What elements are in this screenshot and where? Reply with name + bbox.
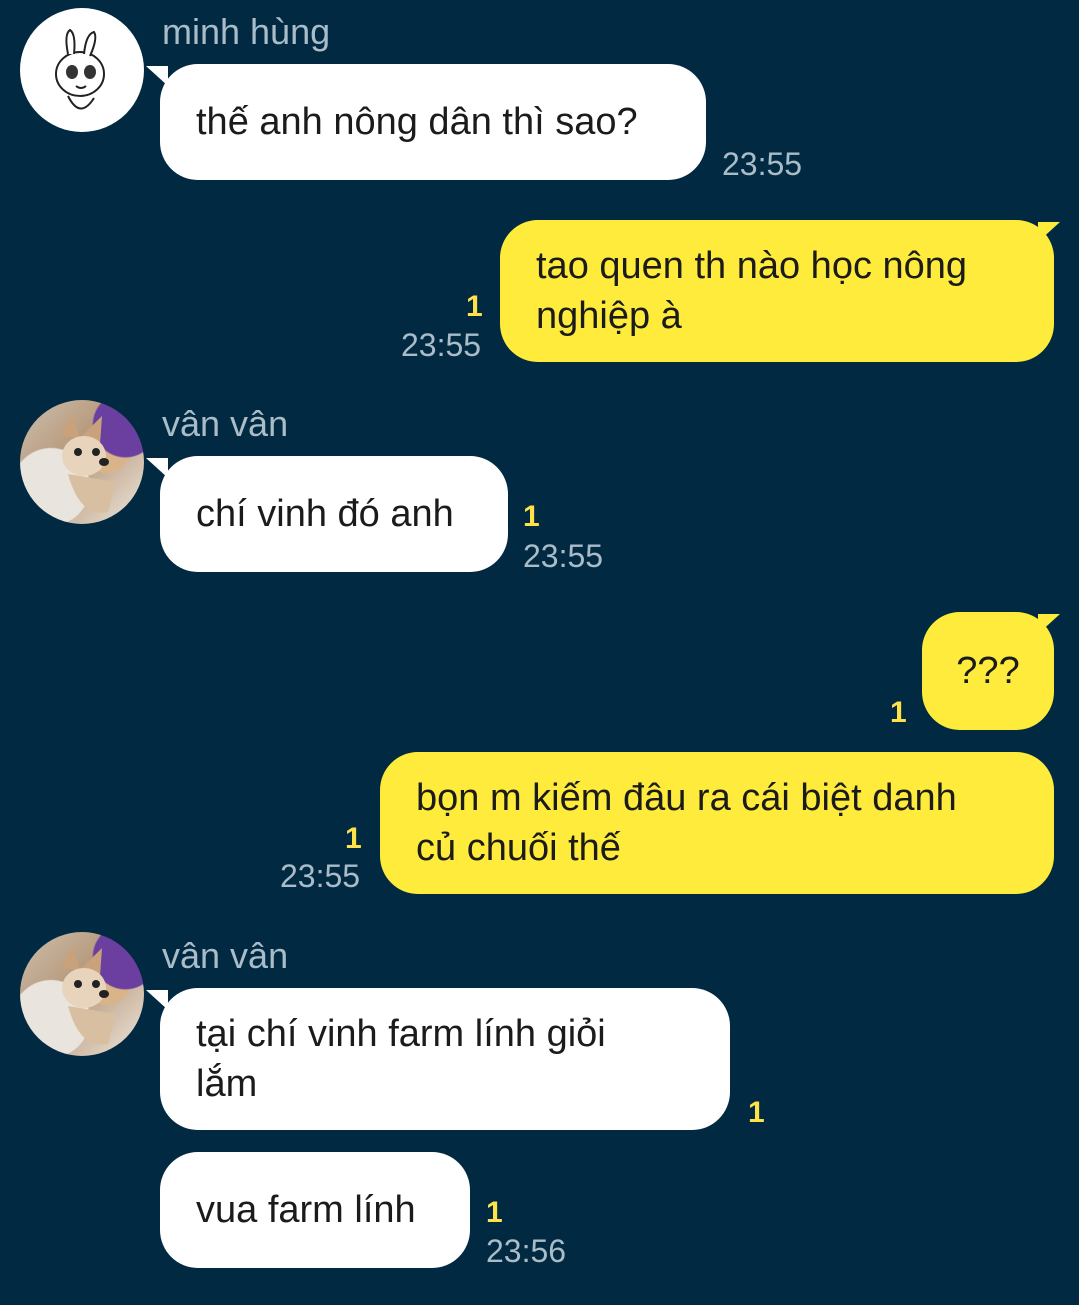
unread-count: 1 — [345, 822, 362, 855]
message-bubble[interactable]: tao quen th nào học nông nghiệp à — [500, 220, 1054, 362]
sender-name: vân vân — [162, 935, 289, 976]
chat-thread: minh hùng thế anh nông dân thì sao? 23:5… — [0, 0, 1079, 1305]
avatar-van-van[interactable] — [20, 932, 144, 1056]
avatar-van-van[interactable] — [20, 400, 144, 524]
message-bubble[interactable]: ??? — [922, 612, 1054, 730]
message-bubble[interactable]: bọn m kiếm đâu ra cái biệt danh củ chuối… — [380, 752, 1054, 894]
message-text: ??? — [956, 650, 1020, 692]
message-time: 23:55 — [401, 327, 482, 363]
bubble-tail — [1038, 614, 1060, 634]
message-text: chí vinh đó anh — [196, 493, 454, 535]
message-bubble[interactable]: thế anh nông dân thì sao? — [160, 64, 706, 180]
dog-avatar-icon — [60, 414, 116, 513]
message-bubble[interactable]: vua farm lính — [160, 1152, 470, 1268]
bubble-tail — [1038, 222, 1060, 242]
bunny-avatar-icon — [55, 28, 105, 110]
avatar-minh-hung[interactable] — [20, 8, 144, 132]
message-time: 23:55 — [523, 538, 604, 574]
dog-avatar-icon — [60, 946, 116, 1045]
message-text-line: lắm — [196, 1063, 258, 1105]
unread-count: 1 — [486, 1196, 503, 1229]
message-time: 23:56 — [486, 1233, 567, 1269]
message-bubble[interactable]: chí vinh đó anh — [160, 456, 508, 572]
sender-name: vân vân — [162, 403, 289, 444]
unread-count: 1 — [890, 696, 907, 729]
message-time: 23:55 — [280, 858, 361, 894]
sender-name: minh hùng — [162, 11, 331, 52]
unread-count: 1 — [523, 500, 540, 533]
message-text-line: nghiệp à — [536, 295, 682, 337]
message-text: vua farm lính — [196, 1189, 416, 1231]
message-text-line: tao quen th nào học nông — [536, 245, 968, 287]
unread-count: 1 — [748, 1096, 765, 1129]
message-text: thế anh nông dân thì sao? — [196, 101, 638, 143]
unread-count: 1 — [466, 290, 483, 323]
message-bubble[interactable]: tại chí vinh farm lính giỏi lắm — [160, 988, 730, 1130]
message-time: 23:55 — [722, 146, 803, 182]
message-text-line: củ chuối thế — [416, 827, 621, 869]
message-text-line: bọn m kiếm đâu ra cái biệt danh — [416, 777, 957, 819]
message-text-line: tại chí vinh farm lính giỏi — [196, 1013, 606, 1055]
